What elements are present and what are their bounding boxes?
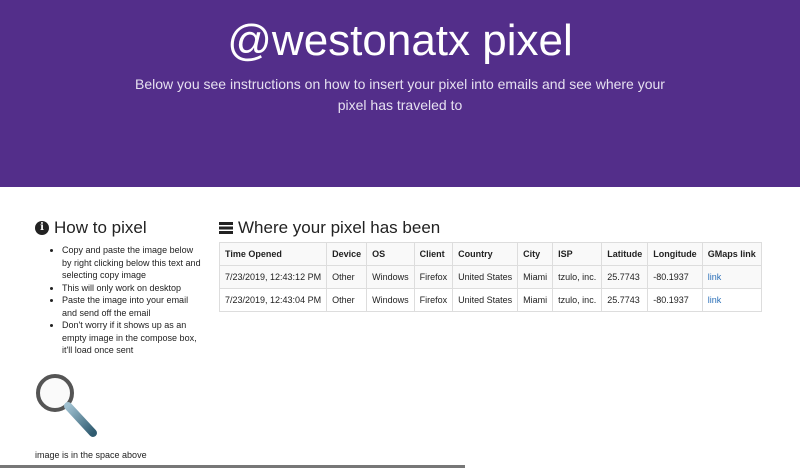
table-cell: Windows [366,288,415,312]
table-cell: United States [452,288,519,312]
how-to-title: How to pixel [54,218,147,237]
table-cell: United States [452,265,519,289]
table-row: 7/23/2019, 12:43:12 PM Other Windows Firefo… [218,265,762,289]
table-cell: 25.7743 [601,265,649,289]
column-header: Country [452,242,519,266]
column-header: Client [413,242,454,266]
table-cell: tzulo, inc. [552,265,603,289]
info-icon: i [35,221,49,235]
table-cell: -80.1937 [647,288,703,312]
step-item: Paste the image into your email and send… [62,294,205,319]
column-header: Device [326,242,368,266]
table-cell: Miami [517,288,554,312]
table-cell: 7/23/2019, 12:43:04 PM [218,288,328,312]
step-item: This will only work on desktop [62,282,205,295]
table-cell: 25.7743 [601,288,649,312]
header-banner: @westonatx pixel Below you see instructi… [0,0,800,187]
how-to-steps: Copy and paste the image below by right … [60,244,205,357]
gmaps-cell: link [701,288,762,312]
table-cell: tzulo, inc. [552,288,603,312]
pixel-history-section: Where your pixel has been Time Opened Dev… [218,218,762,312]
list-icon [219,222,233,234]
pixel-magnifier-image[interactable] [35,373,99,439]
table-cell: Windows [366,265,415,289]
column-header: Latitude [601,242,649,266]
step-item: Copy and paste the image below by right … [62,244,205,282]
page-subtitle: Below you see instructions on how to ins… [135,76,665,113]
column-header: City [517,242,554,266]
gmaps-cell: link [701,265,762,289]
pixel-history-table: Time Opened Device OS Client Country City ISP L… [218,242,762,312]
how-to-section: i How to pixel Copy and paste the image b… [35,218,205,357]
column-header: Time Opened [218,242,328,266]
step-item: Don't worry if it shows up as an empty i… [62,319,205,357]
column-header: ISP [552,242,603,266]
gmaps-link[interactable]: link [708,272,722,282]
table-cell: Other [326,288,368,312]
table-cell: -80.1937 [647,265,703,289]
image-caption: image is in the space above [35,450,147,460]
table-row: 7/23/2019, 12:43:04 PM Other Windows Firefo… [218,288,762,312]
table-cell: Miami [517,265,554,289]
table-cell: Firefox [413,265,454,289]
column-header: OS [366,242,415,266]
gmaps-link[interactable]: link [708,295,722,305]
table-cell: Firefox [413,288,454,312]
table-cell: Other [326,265,368,289]
history-title: Where your pixel has been [238,218,441,237]
page-title: @westonatx pixel [227,16,573,65]
column-header: GMaps link [701,242,762,266]
column-header: Longitude [647,242,703,266]
table-cell: 7/23/2019, 12:43:12 PM [218,265,328,289]
